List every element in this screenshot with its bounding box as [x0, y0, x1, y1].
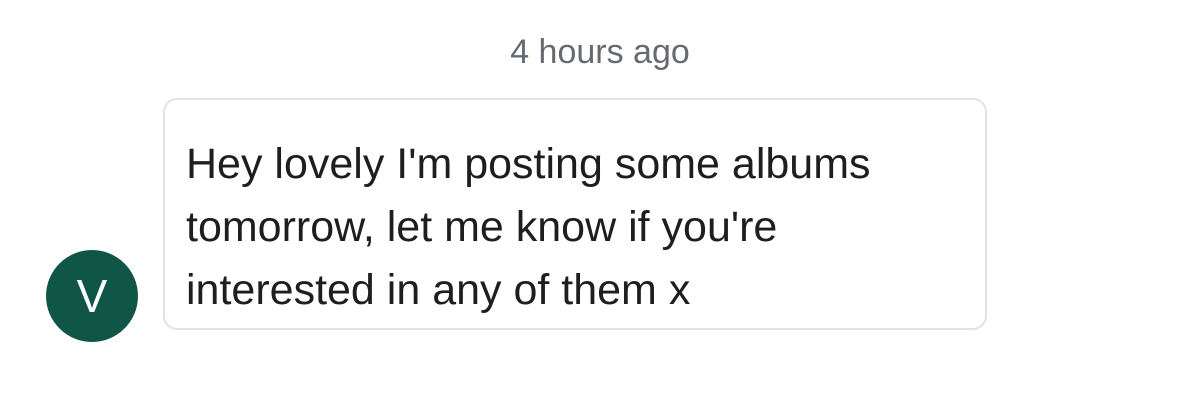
message-timestamp: 4 hours ago	[510, 33, 690, 71]
message-text: Hey lovely I'm posting some albums tomor…	[186, 140, 871, 314]
message-row: V Hey lovely I'm posting some albums tom…	[46, 98, 1006, 342]
message-bubble[interactable]: Hey lovely I'm posting some albums tomor…	[163, 98, 987, 330]
sender-avatar-icon[interactable]: V	[46, 250, 138, 342]
sender-avatar-initial: V	[76, 270, 108, 322]
